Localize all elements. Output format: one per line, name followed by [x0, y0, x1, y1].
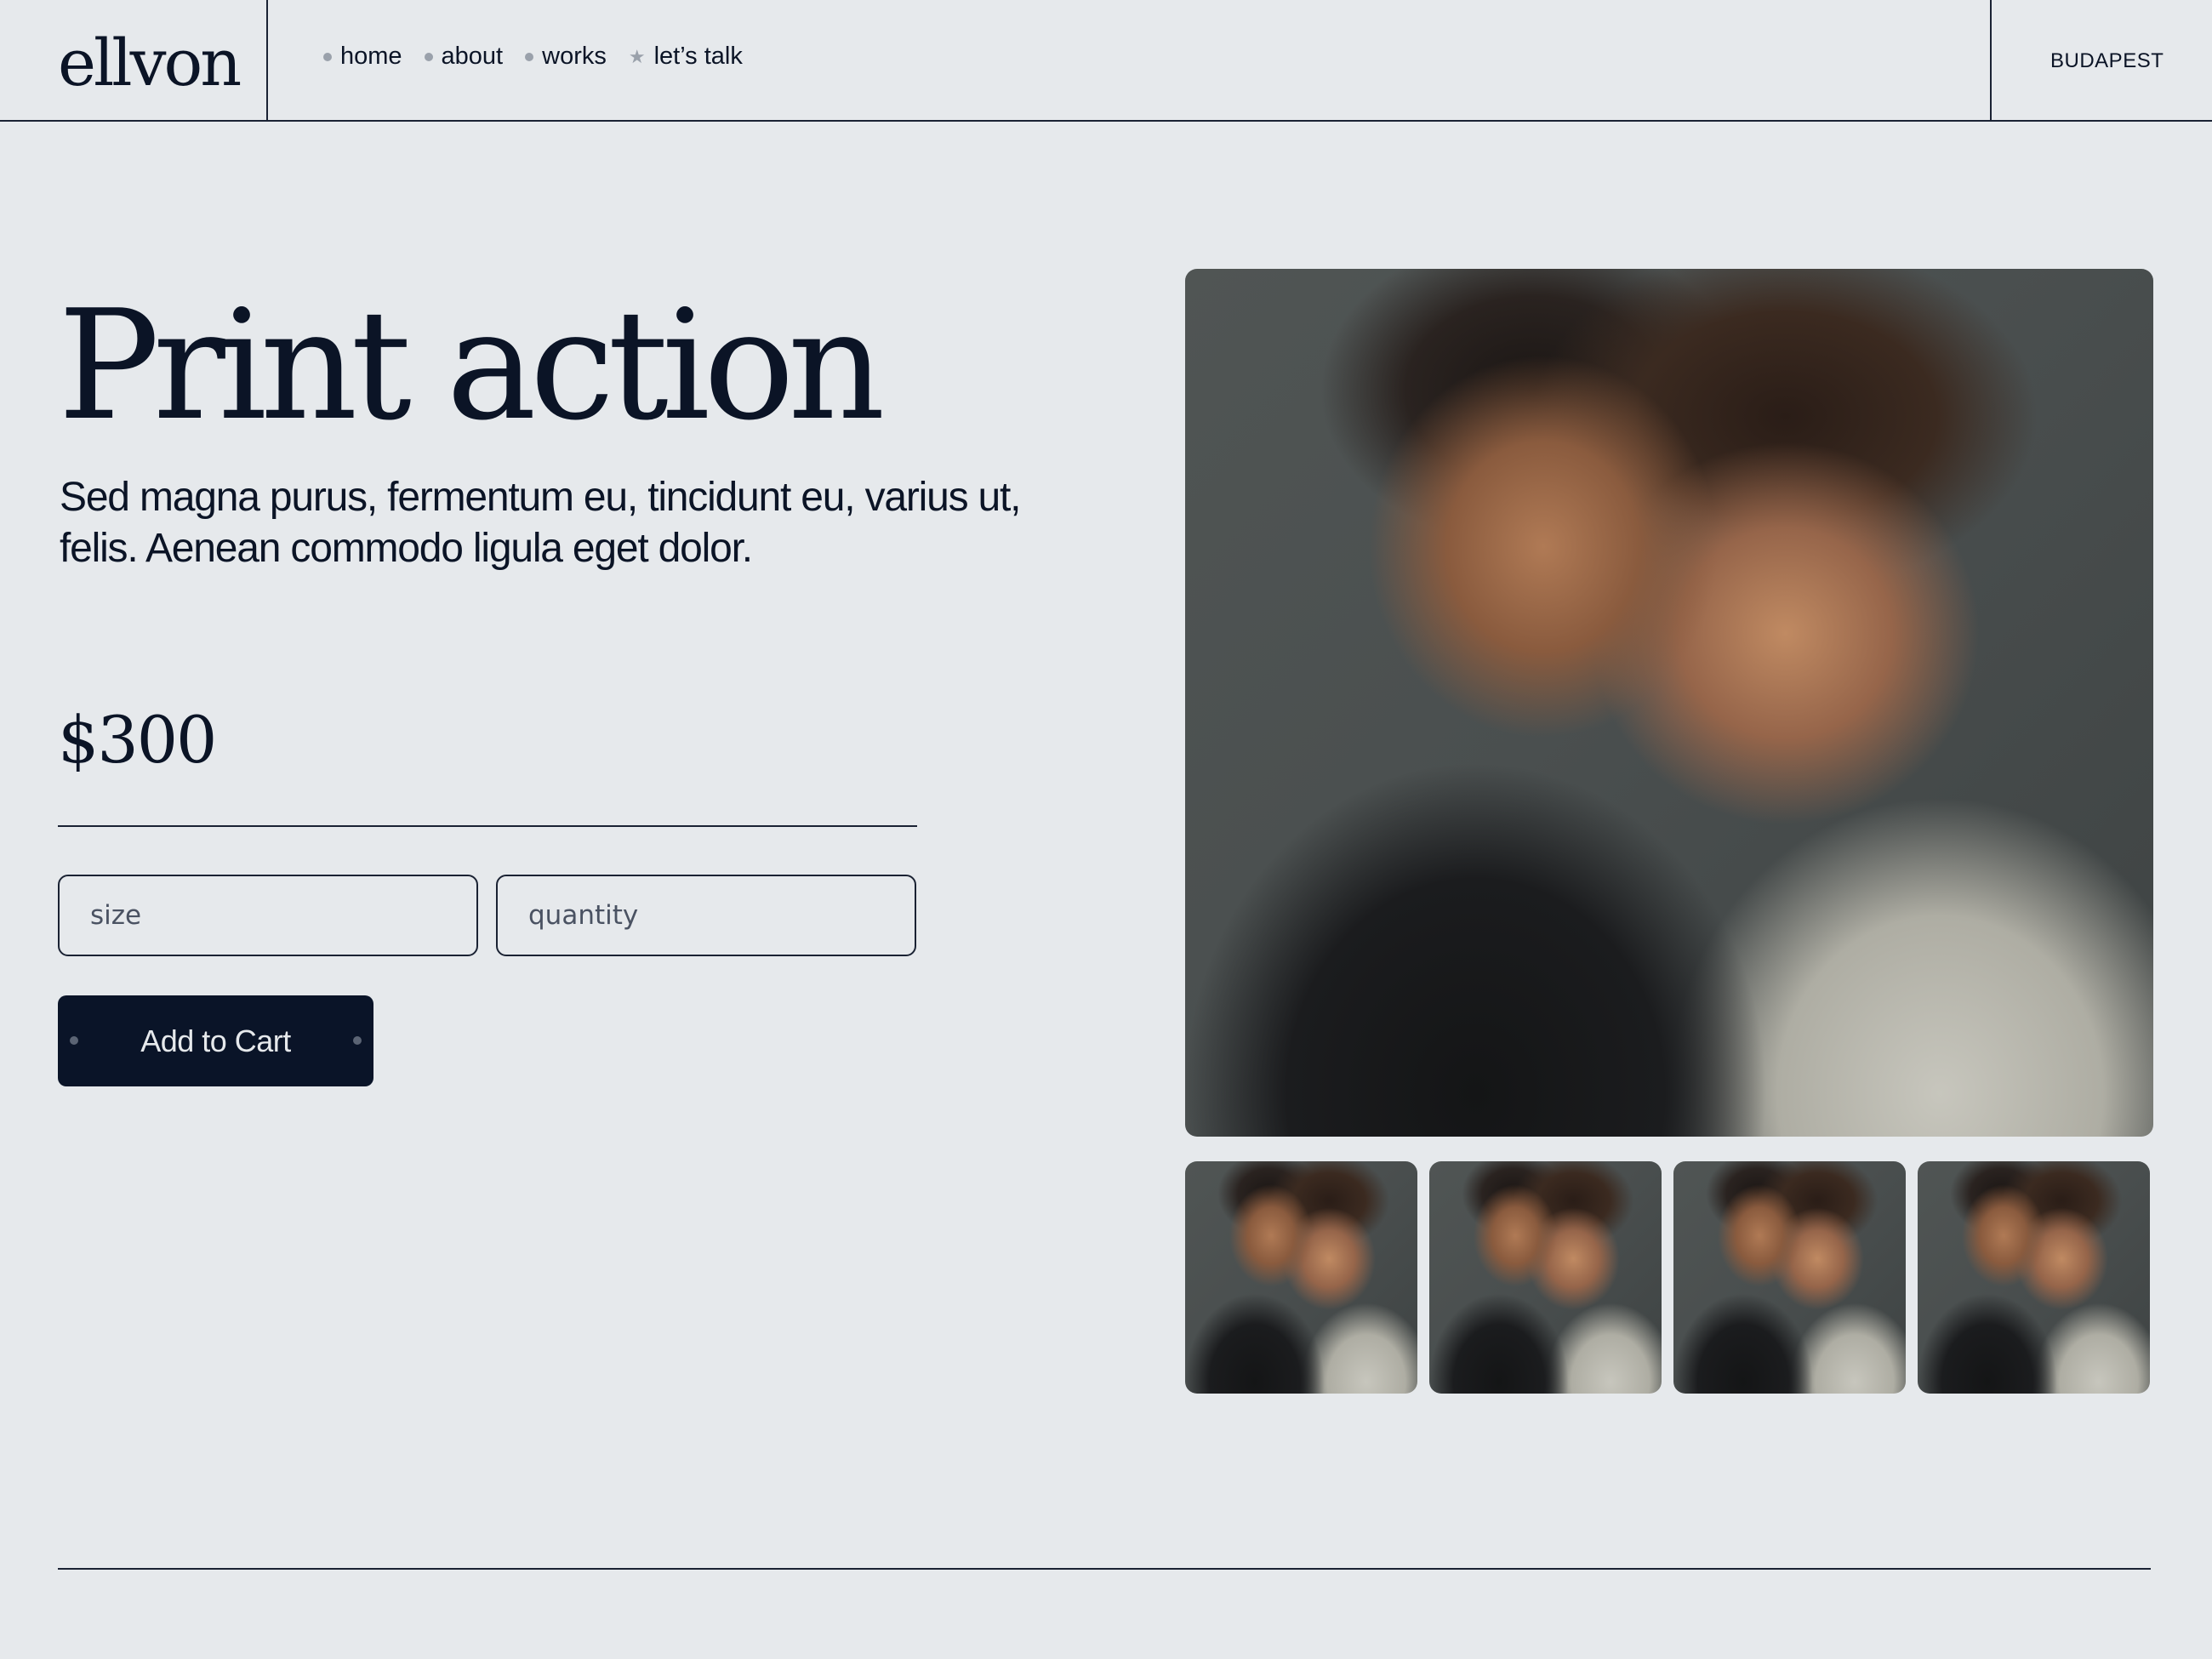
add-to-cart-label: Add to Cart — [140, 1023, 291, 1058]
nav-item-about[interactable]: about — [424, 43, 504, 71]
gallery-thumbnail[interactable] — [1673, 1161, 1906, 1394]
dot-icon — [353, 1036, 362, 1045]
product-price: $300 — [58, 702, 217, 778]
footer-divider — [58, 1568, 2151, 1570]
main-product-image — [1185, 269, 2153, 1137]
brand-logo[interactable]: ellvon — [58, 20, 242, 105]
size-input[interactable] — [58, 875, 478, 956]
add-to-cart-button[interactable]: Add to Cart — [58, 995, 373, 1086]
header-divider-right — [1990, 0, 1992, 122]
nav-item-label: let’s talk — [653, 43, 743, 70]
location-label: BUDAPEST — [2050, 49, 2164, 72]
star-icon: ★ — [628, 45, 646, 67]
dot-icon — [323, 52, 332, 61]
nav-item-label: works — [542, 43, 607, 70]
nav-item-works[interactable]: works — [525, 43, 607, 71]
product-title: Print action — [58, 277, 886, 453]
main-nav: home about works ★ let’s talk — [323, 43, 743, 71]
header-divider-left — [266, 0, 268, 122]
dot-icon — [525, 52, 534, 61]
site-header: ellvon home about works ★ let’s talk BUD… — [0, 0, 2212, 122]
gallery-thumbnail[interactable] — [1918, 1161, 2150, 1394]
quantity-input[interactable] — [496, 875, 916, 956]
nav-item-home[interactable]: home — [323, 43, 402, 71]
product-description: Sed magna purus, fermentum eu, tincidunt… — [60, 475, 1022, 571]
dot-icon — [70, 1036, 78, 1045]
nav-item-label: home — [340, 43, 402, 70]
gallery-thumbnail[interactable] — [1429, 1161, 1662, 1394]
gallery-thumbnail[interactable] — [1185, 1161, 1417, 1394]
nav-item-lets-talk[interactable]: ★ let’s talk — [629, 43, 743, 71]
price-divider — [58, 825, 917, 827]
nav-item-label: about — [441, 43, 504, 70]
dot-icon — [424, 52, 433, 61]
